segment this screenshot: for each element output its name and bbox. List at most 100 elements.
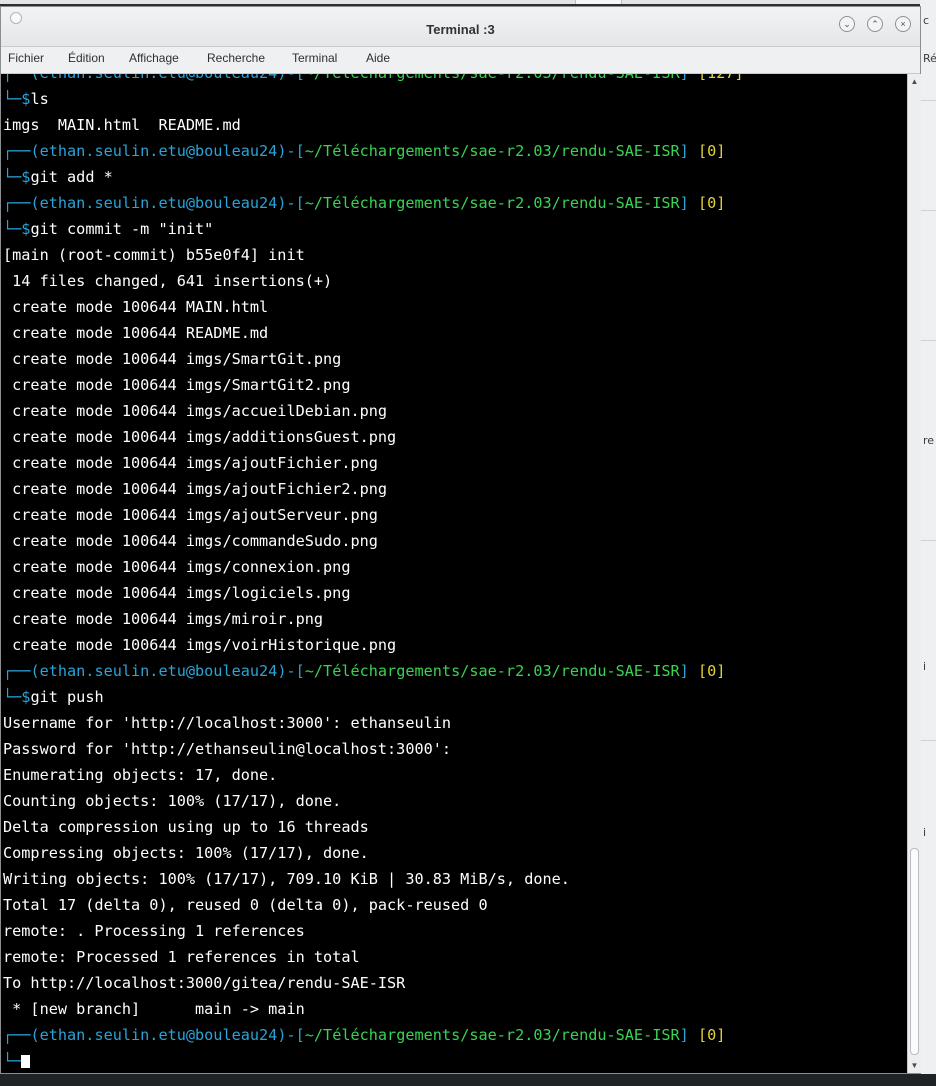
terminal-line: create mode 100644 imgs/miroir.png <box>3 606 323 632</box>
prompt-path: ~/Téléchargements/sae-r2.03/rendu-SAE-IS… <box>304 662 680 680</box>
prompt-exit-code: [0] <box>688 194 726 212</box>
background-text: re <box>923 434 935 447</box>
prompt-separator: ] <box>679 1026 689 1044</box>
terminal-line: ┌──(ethan.seulin.etu@bouleau24)-[~/Téléc… <box>3 138 725 164</box>
desktop-top-strip <box>0 0 936 4</box>
terminal-line: create mode 100644 imgs/ajoutFichier2.pn… <box>3 476 387 502</box>
prompt-user-host: (ethan.seulin.etu@bouleau24) <box>30 1026 287 1044</box>
output-text: 14 files changed, 641 insertions(+) <box>3 272 333 290</box>
output-text: Counting objects: 100% (17/17), done. <box>3 792 342 810</box>
prompt-separator: -[ <box>286 1026 305 1044</box>
output-text: create mode 100644 imgs/additionsGuest.p… <box>3 428 397 446</box>
prompt-box-glyph: ┌── <box>3 142 31 160</box>
scroll-up-icon[interactable]: ▲ <box>908 76 921 88</box>
terminal-line: create mode 100644 imgs/logiciels.png <box>3 580 350 606</box>
output-text: create mode 100644 imgs/SmartGit2.png <box>3 376 351 394</box>
output-text: create mode 100644 imgs/miroir.png <box>3 610 324 628</box>
output-text: remote: Processed 1 references in total <box>3 948 360 966</box>
output-text: create mode 100644 imgs/connexion.png <box>3 558 351 576</box>
prompt-box-glyph: ┌── <box>3 662 31 680</box>
prompt-path: ~/Téléchargements/sae-r2.03/rendu-SAE-IS… <box>304 194 680 212</box>
menu-aide[interactable]: Aide <box>366 51 390 65</box>
text-cursor <box>21 1055 31 1068</box>
menu-edition[interactable]: Édition <box>68 51 105 65</box>
terminal-line: Total 17 (delta 0), reused 0 (delta 0), … <box>3 892 488 918</box>
prompt-separator: ] <box>679 194 689 212</box>
terminal-line: └─$git commit -m "init" <box>3 216 213 242</box>
background-divider <box>920 740 936 741</box>
prompt-user-host: (ethan.seulin.etu@bouleau24) <box>30 194 287 212</box>
terminal-line: remote: . Processing 1 references <box>3 918 305 944</box>
output-text: create mode 100644 imgs/logiciels.png <box>3 584 351 602</box>
menu-fichier[interactable]: Fichier <box>8 51 44 65</box>
terminal-line: * [new branch] main -> main <box>3 996 305 1022</box>
terminal-line: create mode 100644 MAIN.html <box>3 294 268 320</box>
command-text: git add * <box>30 168 113 186</box>
output-text: imgs MAIN.html README.md <box>3 116 241 134</box>
output-text: create mode 100644 imgs/accueilDebian.pn… <box>3 402 388 420</box>
output-text: create mode 100644 imgs/ajoutFichier2.pn… <box>3 480 388 498</box>
terminal-line: create mode 100644 imgs/additionsGuest.p… <box>3 424 396 450</box>
output-text: * [new branch] main -> main <box>3 1000 305 1018</box>
terminal-line: ┌──(ethan.seulin.etu@bouleau24)-[~/Téléc… <box>3 1022 725 1048</box>
background-divider <box>920 100 936 101</box>
prompt-exit-code: [0] <box>688 142 726 160</box>
title-bar[interactable]: Terminal :3 ⌄ ⌃ × <box>1 7 920 47</box>
output-text: Enumerating objects: 17, done. <box>3 766 278 784</box>
output-text: create mode 100644 imgs/SmartGit.png <box>3 350 342 368</box>
minimize-button[interactable]: ⌄ <box>839 16 855 32</box>
terminal-line: Counting objects: 100% (17/17), done. <box>3 788 341 814</box>
prompt-path: ~/Téléchargements/sae-r2.03/rendu-SAE-IS… <box>304 1026 680 1044</box>
background-divider <box>920 340 936 341</box>
prompt-separator: -[ <box>286 194 305 212</box>
terminal-line: create mode 100644 README.md <box>3 320 268 346</box>
command-text: ls <box>30 90 49 108</box>
prompt-box-glyph: └─ <box>3 1052 22 1070</box>
close-button[interactable]: × <box>895 16 911 32</box>
prompt-user-host: (ethan.seulin.etu@bouleau24) <box>30 662 287 680</box>
background-text: i <box>923 826 927 839</box>
terminal-line: imgs MAIN.html README.md <box>3 112 241 138</box>
prompt-separator: ] <box>679 662 689 680</box>
prompt-user-host: (ethan.seulin.etu@bouleau24) <box>30 74 286 82</box>
menu-terminal[interactable]: Terminal <box>292 51 337 65</box>
window-title: Terminal :3 <box>426 22 495 37</box>
menu-recherche[interactable]: Recherche <box>207 51 265 65</box>
output-text: create mode 100644 imgs/voirHistorique.p… <box>3 636 397 654</box>
maximize-button[interactable]: ⌃ <box>867 16 883 32</box>
output-text: Compressing objects: 100% (17/17), done. <box>3 844 369 862</box>
prompt-separator: -[ <box>286 662 305 680</box>
scroll-thumb[interactable] <box>910 848 919 1055</box>
terminal-line: create mode 100644 imgs/ajoutServeur.png <box>3 502 378 528</box>
terminal-line: create mode 100644 imgs/voirHistorique.p… <box>3 632 396 658</box>
prompt-box-glyph: └─ <box>3 168 22 186</box>
command-text: git push <box>30 688 104 706</box>
prompt-box-glyph: ┌── <box>3 74 30 82</box>
output-text: Delta compression using up to 16 threads <box>3 818 369 836</box>
terminal-output[interactable]: ┌──(ethan.seulin.etu@bouleau24)-[~/Téléc… <box>1 74 907 1073</box>
prompt-box-glyph: └─ <box>3 688 22 706</box>
background-text: i <box>923 660 927 673</box>
output-text: [main (root-commit) b55e0f4] init <box>3 246 305 264</box>
terminal-line: Username for 'http://localhost:3000': et… <box>3 710 451 736</box>
output-text: create mode 100644 README.md <box>3 324 269 342</box>
output-text: To http://localhost:3000/gitea/rendu-SAE… <box>3 974 406 992</box>
terminal-line: Compressing objects: 100% (17/17), done. <box>3 840 369 866</box>
vertical-scrollbar[interactable]: ▲ ▼ <box>907 74 921 1073</box>
prompt-user-host: (ethan.seulin.etu@bouleau24) <box>30 142 287 160</box>
terminal-line: └─$ls <box>3 86 49 112</box>
output-text: create mode 100644 imgs/ajoutServeur.png <box>3 506 378 524</box>
output-text: remote: . Processing 1 references <box>3 922 305 940</box>
output-text: Total 17 (delta 0), reused 0 (delta 0), … <box>3 896 488 914</box>
terminal-line: remote: Processed 1 references in total <box>3 944 360 970</box>
terminal-line: └─ <box>3 1048 31 1073</box>
menu-affichage[interactable]: Affichage <box>129 51 179 65</box>
terminal-line: create mode 100644 imgs/SmartGit2.png <box>3 372 350 398</box>
prompt-box-glyph: ┌── <box>3 194 31 212</box>
terminal-line: ┌──(ethan.seulin.etu@bouleau24)-[~/Téléc… <box>3 658 725 684</box>
output-text: Username for 'http://localhost:3000': et… <box>3 714 452 732</box>
prompt-separator: ] <box>680 74 689 82</box>
prompt-path: ~/Téléchargements/sae-r2.03/rendu-SAE-IS… <box>304 142 680 160</box>
scroll-down-icon[interactable]: ▼ <box>908 1060 921 1072</box>
terminal-line: create mode 100644 imgs/SmartGit.png <box>3 346 341 372</box>
